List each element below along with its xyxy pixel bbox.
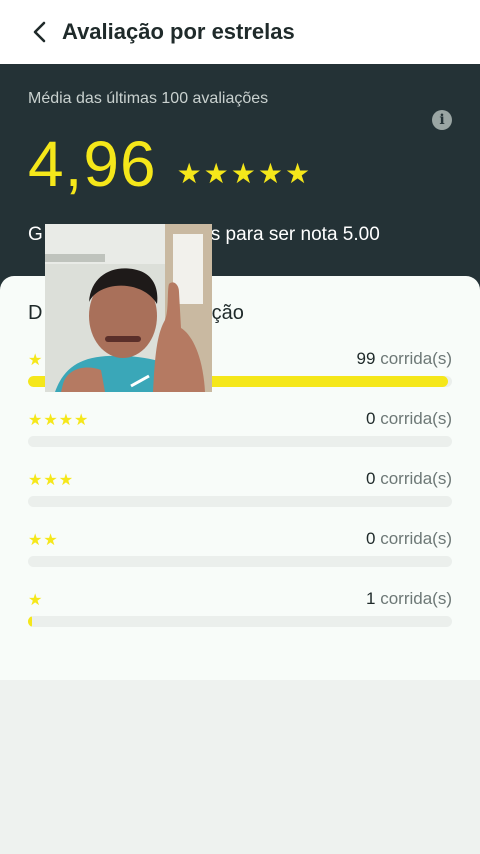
info-icon[interactable]: i: [432, 110, 452, 130]
row-count-unit: corrida(s): [380, 529, 452, 548]
row-count-value: 1: [366, 589, 376, 608]
row-count-unit: corrida(s): [380, 349, 452, 368]
empty-bottom-area: [0, 680, 480, 854]
row-count: 0 corrida(s): [366, 529, 452, 549]
back-button[interactable]: [22, 14, 58, 50]
rating-value: 4,96: [28, 128, 157, 200]
row-count-unit: corrida(s): [380, 469, 452, 488]
row-count-value: 0: [366, 469, 376, 488]
row-count-unit: corrida(s): [380, 409, 452, 428]
row-count: 0 corrida(s): [366, 469, 452, 489]
person-video-image: [45, 224, 212, 392]
chevron-left-icon: [33, 21, 46, 43]
row-stars: ★★★★: [28, 410, 90, 429]
row-count-unit: corrida(s): [380, 589, 452, 608]
row-stars: ★: [28, 590, 44, 609]
progress-bar-fill: [28, 616, 33, 627]
progress-bar-track: [28, 436, 452, 447]
distribution-row: ★ 1 corrida(s): [28, 589, 452, 630]
page-title: Avaliação por estrelas: [62, 19, 295, 44]
distribution-title-start: D: [28, 302, 43, 324]
row-stars: ★★: [28, 530, 59, 549]
distribution-row: ★★★ 0 corrida(s): [28, 469, 452, 510]
rating-stars: ★★★★★: [176, 156, 313, 190]
row-count-value: 0: [366, 529, 376, 548]
row-stars: ★★★: [28, 470, 75, 489]
progress-bar-track: [28, 496, 452, 507]
row-count-value: 99: [356, 349, 376, 368]
row-count: 0 corrida(s): [366, 409, 452, 429]
rating-subtitle: Média das últimas 100 avaliações: [28, 90, 269, 107]
distribution-row: ★★★★ 0 corrida(s): [28, 409, 452, 450]
row-count: 99 corrida(s): [357, 349, 452, 369]
webcam-overlay: [45, 224, 212, 392]
distribution-row: ★★ 0 corrida(s): [28, 529, 452, 570]
goal-text-start: G: [28, 224, 43, 245]
rating-row: 4,96 ★★★★★: [28, 126, 312, 202]
goal-text-end: s para ser nota 5.00: [210, 224, 380, 245]
progress-bar-track: [28, 616, 452, 627]
app-header: Avaliação por estrelas: [0, 0, 480, 64]
row-count: 1 corrida(s): [366, 589, 452, 609]
progress-bar-track: [28, 556, 452, 567]
row-stars: ★: [28, 350, 44, 369]
row-count-value: 0: [366, 409, 376, 428]
